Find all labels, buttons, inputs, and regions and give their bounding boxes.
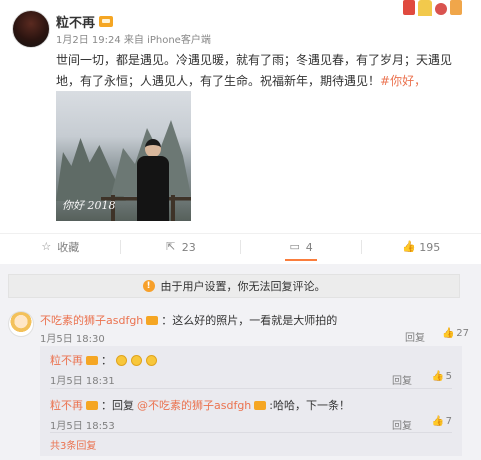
divider: [50, 388, 452, 389]
person-body: [137, 156, 169, 221]
vip-badge-icon: [146, 315, 159, 325]
divider: [50, 432, 452, 433]
thumbs-up-icon: 👍: [431, 371, 445, 382]
repost-count: 23: [181, 240, 196, 254]
reply-mention[interactable]: @不吃素的狮子asdfgh: [137, 397, 251, 413]
comment-icon: ▭: [289, 240, 300, 253]
post-action-bar: ☆ 收藏 ⇱ 23 ▭ 4 👍 195: [0, 233, 481, 261]
person-head: [145, 139, 161, 157]
reply-reply-button[interactable]: 回复: [392, 417, 412, 432]
smile-emoji-icon: [116, 354, 127, 366]
comment-like-button[interactable]: 👍 27: [442, 328, 469, 339]
repost-icon: ⇱: [166, 240, 176, 253]
vip-badge-icon: [99, 16, 114, 27]
vip-badge-icon: [86, 400, 98, 410]
like-button[interactable]: 👍 195: [362, 240, 481, 254]
weibo-post: 粒不再 1月2日 19:24 来自 iPhone客户端 世间一切，都是遇见。冷遇…: [0, 0, 481, 258]
comment-button[interactable]: ▭ 4: [241, 240, 362, 261]
photo-signature: 你好 2018: [62, 199, 116, 212]
comment-time: 1月5日 18:30: [40, 334, 105, 345]
favorite-button[interactable]: ☆ 收藏: [0, 240, 121, 254]
notice-text: 由于用户设置，你无法回复评论。: [160, 280, 326, 293]
vip-badge-icon: [86, 355, 98, 365]
reply-disabled-notice: ! 由于用户设置，你无法回复评论。: [8, 274, 460, 298]
favorite-label: 收藏: [57, 241, 80, 254]
reply-like-count: 5: [445, 371, 452, 382]
replies-box: 粒不再 ： 1月5日 18:31 回复 👍 5 粒不再 ：回复 @不吃素的狮子as…: [40, 346, 462, 456]
reply-line: 粒不再 ：回复 @不吃素的狮子asdfgh :哈哈，下一条！: [50, 397, 350, 413]
person-figure: [136, 139, 170, 221]
reply-like-button[interactable]: 👍 7: [432, 416, 452, 427]
author-name[interactable]: 粒不再: [56, 12, 95, 31]
comment-line: 不吃素的狮子asdfgh ：这么好的照片，一看就是大师拍的: [40, 312, 337, 328]
reply-text: ：: [101, 354, 112, 367]
post-photo[interactable]: 你好 2018: [56, 91, 191, 221]
post-text-line2: 地，有了永恒；人遇见人，有了生命。祝福新年，期待遇见！: [56, 74, 381, 88]
post-text-line1: 世间一切，都是遇见。冷遇见暖，就有了雨；冬遇见春，有了岁月；天遇见: [56, 53, 453, 67]
post-author[interactable]: 粒不再: [56, 12, 114, 31]
repost-button[interactable]: ⇱ 23: [121, 240, 241, 254]
reply-text: :哈哈，下一条！: [269, 399, 350, 412]
thumbs-up-icon: 👍: [442, 328, 455, 339]
reply-line: 粒不再 ：: [50, 352, 157, 368]
reply-author[interactable]: 粒不再: [50, 352, 83, 368]
comment-reply-button[interactable]: 回复: [405, 329, 425, 344]
commenter-name[interactable]: 不吃素的狮子asdfgh: [40, 312, 143, 328]
like-count: 195: [419, 240, 441, 254]
comment-count: 4: [305, 240, 313, 254]
author-avatar[interactable]: [12, 10, 50, 48]
reply-like-button[interactable]: 👍 5: [432, 371, 452, 382]
comments-section: ! 由于用户设置，你无法回复评论。 不吃素的狮子asdfgh ：这么好的照片，一…: [0, 264, 481, 460]
reply-time: 1月5日 18:53: [50, 421, 115, 432]
post-meta: 1月2日 19:24 来自 iPhone客户端: [56, 35, 211, 46]
smile-emoji-icon: [131, 354, 142, 366]
thumbs-up-icon: 👍: [402, 240, 416, 253]
thumbs-up-icon: 👍: [431, 416, 445, 427]
warning-icon: !: [142, 280, 155, 292]
reply-like-count: 7: [445, 416, 452, 427]
reply-author[interactable]: 粒不再: [50, 397, 83, 413]
star-icon: ☆: [41, 240, 52, 253]
more-replies-link[interactable]: 共3条回复: [50, 437, 96, 452]
smile-emoji-icon: [146, 354, 157, 366]
reply-reply-button[interactable]: 回复: [392, 372, 412, 387]
commenter-avatar[interactable]: [8, 311, 34, 337]
comment-text: ：这么好的照片，一看就是大师拍的: [161, 314, 338, 327]
reply-time: 1月5日 18:31: [50, 376, 115, 387]
reply-prefix: ：回复: [101, 399, 134, 412]
vip-badge-icon: [254, 400, 267, 410]
comment-like-count: 27: [456, 328, 469, 339]
